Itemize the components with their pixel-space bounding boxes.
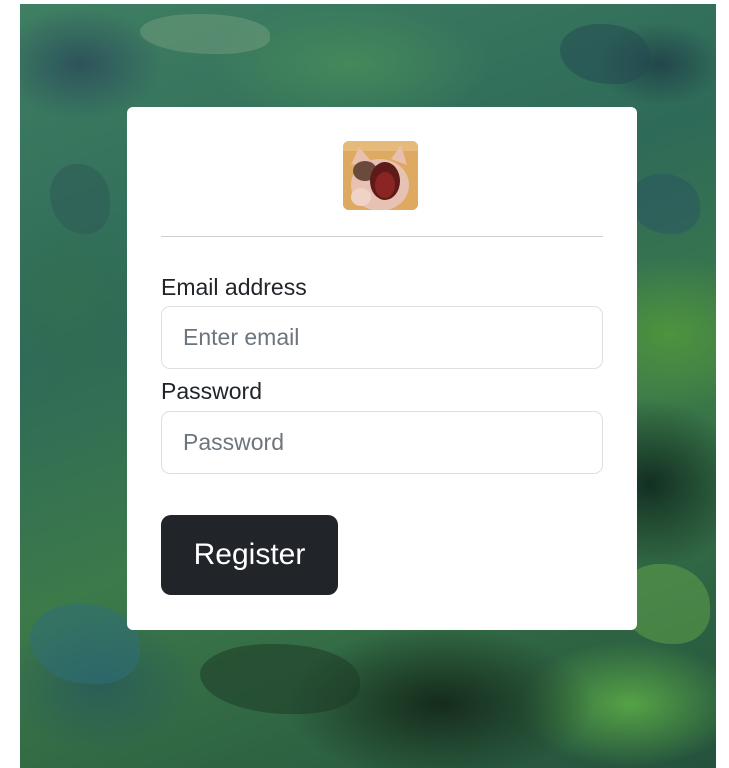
background-blot bbox=[560, 24, 650, 84]
background-painting: Email address Password Register bbox=[20, 4, 716, 768]
register-button[interactable]: Register bbox=[161, 515, 338, 595]
email-label: Email address bbox=[161, 274, 307, 300]
background-blot bbox=[200, 644, 360, 714]
password-label: Password bbox=[161, 378, 262, 404]
background-blot bbox=[30, 604, 140, 684]
background-blot bbox=[140, 14, 270, 54]
email-field[interactable] bbox=[161, 306, 603, 369]
screaming-cat-icon bbox=[343, 141, 418, 210]
background-blot bbox=[630, 174, 700, 234]
register-card: Email address Password Register bbox=[127, 107, 637, 630]
password-field[interactable] bbox=[161, 411, 603, 474]
divider bbox=[161, 236, 603, 237]
background-blot bbox=[50, 164, 110, 234]
